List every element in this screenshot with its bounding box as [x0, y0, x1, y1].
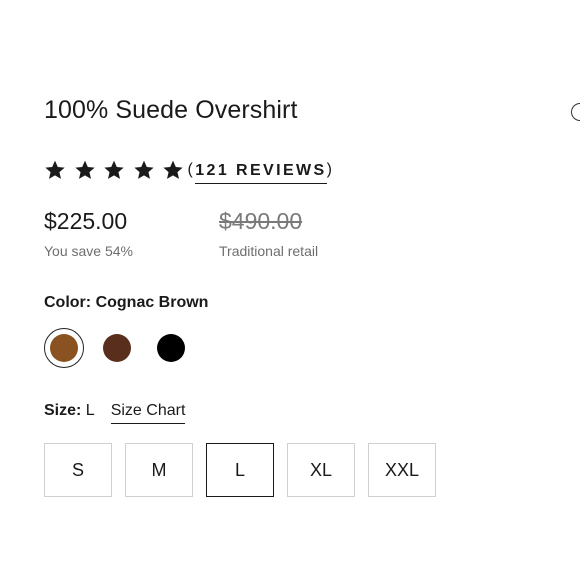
swatch-black[interactable] — [157, 334, 185, 362]
star-icon — [74, 159, 96, 181]
size-option-xl[interactable]: XL — [287, 443, 355, 497]
star-icon — [133, 159, 155, 181]
color-selected-name: Cognac Brown — [95, 294, 209, 311]
size-option-xxl[interactable]: XXL — [368, 443, 436, 497]
color-label-prefix: Color: — [44, 294, 92, 311]
rating-row: (121 REVIEWS) — [44, 156, 334, 184]
sale-price-block: $225.00 You save 54% — [44, 206, 133, 259]
savings-text: You save 54% — [44, 243, 133, 259]
swatch-cognac-brown[interactable] — [50, 334, 78, 362]
size-option-m[interactable]: M — [125, 443, 193, 497]
product-title: 100% Suede Overshirt — [44, 96, 298, 124]
color-label: Color: Cognac Brown — [44, 294, 208, 312]
retail-price-block: $490.00 Traditional retail — [219, 206, 318, 259]
close-paren: ) — [326, 161, 335, 178]
color-swatches — [44, 327, 244, 371]
retail-note: Traditional retail — [219, 243, 319, 259]
size-option-s[interactable]: S — [44, 443, 112, 497]
star-icon — [162, 159, 184, 181]
size-label-prefix: Size: — [44, 402, 82, 419]
star-icon — [44, 159, 66, 181]
size-option-l[interactable]: L — [206, 443, 274, 497]
wishlist-heart-icon[interactable] — [571, 103, 580, 121]
sale-price: $225.00 — [44, 208, 128, 234]
size-label: Size: L — [44, 402, 95, 420]
size-row: Size: L Size Chart — [44, 402, 186, 424]
star-icon — [103, 159, 125, 181]
product-detail-panel: 100% Suede Overshirt (121 REVIEWS) $225.… — [0, 0, 580, 580]
reviews-count: 121 — [195, 162, 230, 179]
swatch-dark-brown[interactable] — [103, 334, 131, 362]
reviews-link[interactable]: (121 REVIEWS) — [188, 156, 335, 184]
size-options: S M L XL XXL — [44, 443, 444, 498]
size-selected-value: L — [85, 402, 95, 419]
size-chart-link[interactable]: Size Chart — [110, 402, 186, 424]
retail-price: $490.00 — [219, 208, 303, 234]
open-paren: ( — [187, 161, 196, 178]
reviews-word: REVIEWS — [236, 162, 327, 179]
